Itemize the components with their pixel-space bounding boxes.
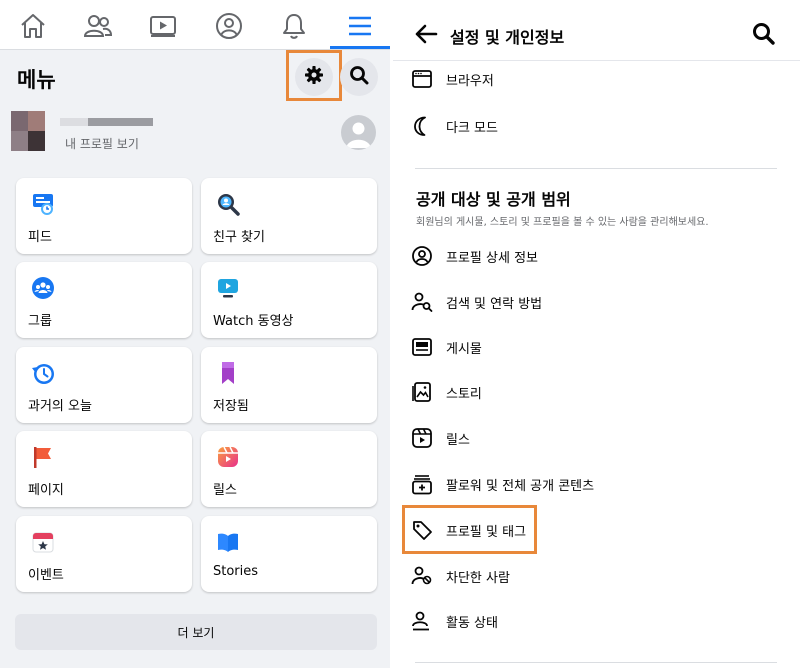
active-tab-indicator	[330, 46, 390, 49]
moon-icon	[410, 114, 434, 138]
tile-label: 이벤트	[28, 568, 64, 583]
settings-row-activity-status[interactable]: 활동 상태	[410, 605, 780, 637]
memories-icon	[30, 360, 56, 386]
search-icon	[349, 65, 369, 89]
shortcut-tile-find-friends[interactable]: 친구 찾기	[201, 178, 377, 254]
watch-video-icon	[215, 275, 241, 301]
section-title: 공개 대상 및 공개 범위	[416, 190, 571, 209]
shortcut-tile-pages[interactable]: 페이지	[16, 431, 192, 507]
row-label: 게시물	[446, 341, 482, 357]
see-more-button[interactable]: 더 보기	[15, 614, 377, 650]
tile-label: 피드	[28, 230, 52, 245]
page-title: 메뉴	[17, 68, 56, 92]
friends-icon[interactable]	[72, 7, 124, 45]
shortcut-tile-events[interactable]: 이벤트	[16, 516, 192, 592]
avatar[interactable]	[341, 115, 376, 150]
saved-icon	[215, 360, 241, 386]
row-label: 다크 모드	[446, 120, 498, 136]
settings-row-story[interactable]: 스토리	[410, 376, 780, 408]
row-label: 프로필 상세 정보	[446, 250, 538, 266]
row-label: 릴스	[446, 432, 470, 448]
shortcut-tile-reels[interactable]: 릴스	[201, 431, 377, 507]
follower-add-icon	[410, 472, 434, 496]
tile-label: Stories	[213, 564, 259, 579]
pages-icon	[30, 444, 56, 470]
browser-icon	[410, 67, 434, 91]
tile-label: Watch 동영상	[213, 314, 294, 329]
user-search-icon	[410, 290, 434, 314]
profile-photo[interactable]	[11, 111, 45, 151]
settings-row-blocking[interactable]: 차단한 사람	[410, 560, 780, 592]
profile-icon[interactable]	[203, 7, 255, 45]
watch-icon[interactable]	[137, 7, 189, 45]
row-label: 검색 및 연락 방법	[446, 296, 543, 312]
shortcut-tile-saved[interactable]: 저장됨	[201, 347, 377, 423]
tile-label: 과거의 오늘	[28, 399, 92, 414]
events-icon	[30, 529, 56, 555]
row-label: 브라우저	[446, 73, 494, 89]
bell-icon[interactable]	[268, 7, 320, 45]
posts-icon	[410, 335, 434, 359]
find-friends-icon	[215, 191, 241, 217]
section-divider	[415, 168, 777, 169]
tile-label: 그룹	[28, 314, 52, 329]
user-circle-icon	[410, 244, 434, 268]
settings-row-followers[interactable]: 팔로워 및 전체 공개 콘텐츠	[410, 468, 780, 500]
settings-row-browser[interactable]: 브라우저	[410, 63, 780, 95]
home-icon[interactable]	[7, 7, 59, 45]
section-divider	[415, 662, 777, 663]
shortcut-tile-memories[interactable]: 과거의 오늘	[16, 347, 192, 423]
search-button[interactable]	[340, 58, 378, 96]
tile-label: 친구 찾기	[213, 230, 265, 245]
block-user-icon	[410, 564, 434, 588]
row-label: 차단한 사람	[446, 570, 510, 586]
settings-row-reels[interactable]: 릴스	[410, 422, 780, 454]
top-navigation	[0, 0, 390, 50]
section-description: 회원님의 게시물, 스토리 및 프로필을 볼 수 있는 사람을 관리해보세요.	[416, 217, 709, 228]
settings-row-profile-details[interactable]: 프로필 상세 정보	[410, 240, 780, 272]
shortcut-tile-feed[interactable]: 피드	[16, 178, 192, 254]
search-icon[interactable]	[751, 21, 777, 47]
activity-user-icon	[410, 609, 434, 633]
row-label: 스토리	[446, 386, 482, 402]
profile-name-redacted	[60, 118, 153, 126]
feed-icon	[30, 191, 56, 217]
reels-icon	[215, 444, 241, 470]
stories-icon	[215, 529, 241, 555]
view-profile-link[interactable]: 내 프로필 보기	[65, 135, 139, 152]
shortcut-tile-stories[interactable]: Stories	[201, 516, 377, 592]
header-divider	[393, 60, 800, 61]
hamburger-menu-icon[interactable]	[334, 7, 386, 45]
back-arrow-icon[interactable]	[414, 22, 438, 46]
settings-row-search-contact[interactable]: 검색 및 연락 방법	[410, 286, 780, 318]
story-icon	[410, 380, 434, 404]
shortcut-tile-watch[interactable]: Watch 동영상	[201, 262, 377, 338]
row-label: 팔로워 및 전체 공개 콘텐츠	[446, 478, 595, 494]
reels-outline-icon	[410, 426, 434, 450]
settings-row-dark-mode[interactable]: 다크 모드	[410, 110, 780, 142]
tile-label: 저장됨	[213, 399, 249, 414]
settings-row-posts[interactable]: 게시물	[410, 331, 780, 363]
shortcut-tile-groups[interactable]: 그룹	[16, 262, 192, 338]
menu-panel: 메뉴 내 프로필 보기 피드 친구 찾기 그룹 Watch 동영상 과거의 오늘…	[0, 0, 390, 668]
row-label: 활동 상태	[446, 615, 498, 631]
groups-icon	[30, 275, 56, 301]
settings-panel: 설정 및 개인정보 브라우저 다크 모드 공개 대상 및 공개 범위 회원님의 …	[393, 0, 800, 668]
tile-label: 페이지	[28, 483, 64, 498]
tile-label: 릴스	[213, 483, 237, 498]
tagging-highlight-box	[402, 505, 537, 554]
settings-title: 설정 및 개인정보	[450, 28, 565, 47]
settings-highlight-box	[286, 50, 342, 101]
